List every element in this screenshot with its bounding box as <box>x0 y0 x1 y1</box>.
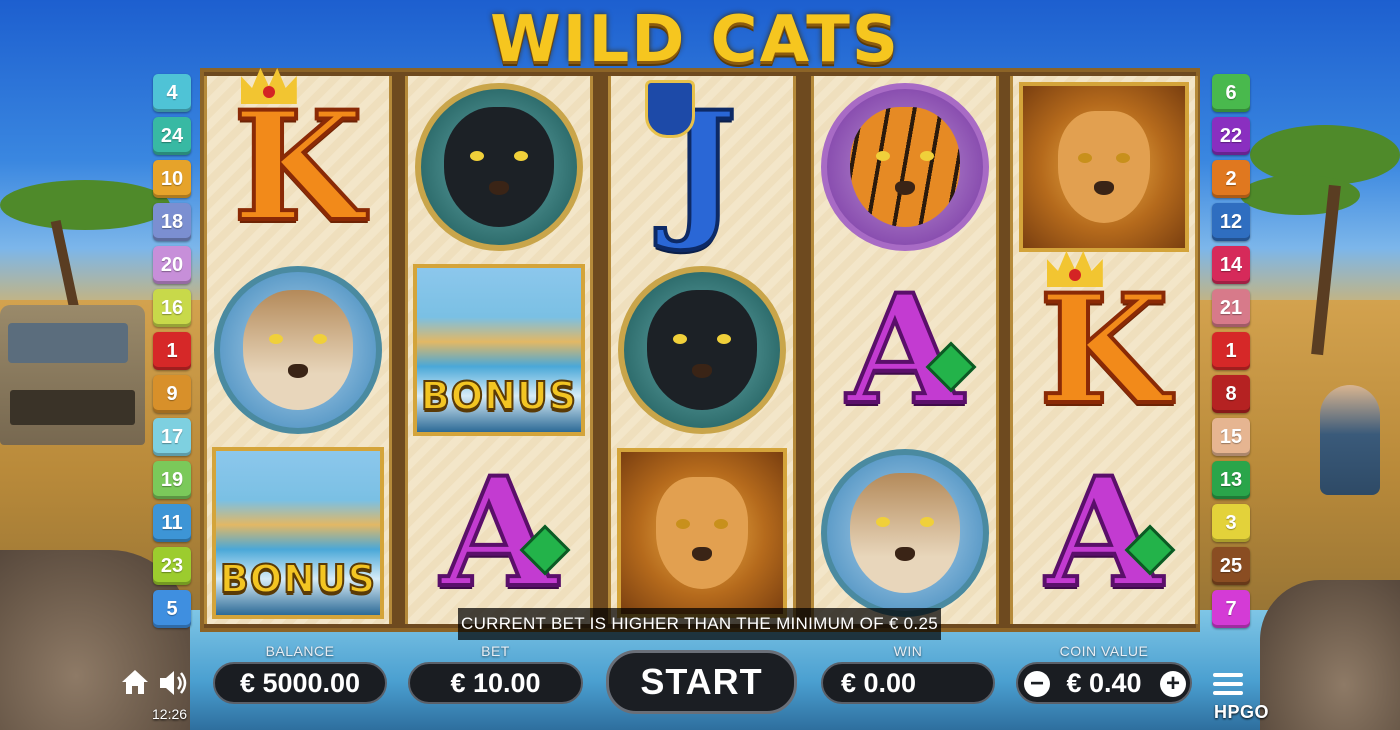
symbol-letter: A <box>439 456 571 610</box>
speaker-icon[interactable] <box>158 668 190 698</box>
payline-badge: 7 <box>1212 590 1250 628</box>
payline-badge: 6 <box>1212 74 1250 112</box>
win-label: WIN <box>893 643 923 659</box>
shield-icon <box>644 80 695 138</box>
bonus-label: BONUS <box>219 556 377 602</box>
payline-badge: 2 <box>1212 160 1250 198</box>
payline-badge: 16 <box>153 289 191 327</box>
symbol-lion <box>611 442 793 624</box>
payline-badge: 5 <box>153 590 191 628</box>
payline-badge: 11 <box>153 504 191 542</box>
gem-icon <box>1068 269 1081 281</box>
symbol-k: K <box>1013 251 1195 441</box>
symbol-letter: J <box>644 80 739 244</box>
reel: BONUS A <box>405 76 593 624</box>
safari-jeep <box>0 305 145 445</box>
lion-icon <box>617 448 787 618</box>
symbol-a: A <box>814 259 996 441</box>
payline-badge: 23 <box>153 547 191 585</box>
payline-badge: 1 <box>1212 332 1250 370</box>
bet-warning-message: CURRENT BET IS HIGHER THAN THE MINIMUM O… <box>458 608 941 640</box>
acacia-tree-right <box>1240 125 1400 356</box>
payline-badge: 14 <box>1212 246 1250 284</box>
gem-icon <box>262 86 275 98</box>
payline-badge: 24 <box>153 117 191 155</box>
reel: KA <box>1010 76 1198 624</box>
symbol-letter: A <box>1044 456 1176 610</box>
symbol-bonus: BONUS <box>408 259 590 441</box>
start-button[interactable]: START <box>606 650 797 714</box>
lynx-icon <box>214 266 382 434</box>
bet-label: BET <box>481 643 510 659</box>
diamond-icon <box>925 341 977 393</box>
brand-logo: HPGO <box>1214 702 1270 722</box>
win-display: € 0.00 <box>821 662 995 704</box>
symbol-panther <box>408 76 590 258</box>
payline-badge: 22 <box>1212 117 1250 155</box>
payline-badge: 9 <box>153 375 191 413</box>
reel: A <box>811 76 999 624</box>
clock-time: 12:26 <box>152 706 188 722</box>
symbol-panther <box>611 259 793 441</box>
symbol-lynx <box>814 442 996 624</box>
symbol-lion <box>1013 76 1195 258</box>
paylines-left: 4 24 10 18 20 16 1 9 17 19 11 23 5 <box>153 74 191 628</box>
diamond-icon <box>519 524 571 576</box>
photographer-figure <box>1320 385 1380 495</box>
waterfall-bonus-icon: BONUS <box>413 264 585 436</box>
payline-badge: 15 <box>1212 418 1250 456</box>
rocks-right <box>1260 580 1400 730</box>
symbol-lynx <box>207 259 389 441</box>
payline-badge: 4 <box>153 74 191 112</box>
payline-badge: 3 <box>1212 504 1250 542</box>
acacia-tree-left <box>0 180 170 311</box>
bonus-label: BONUS <box>420 373 578 419</box>
waterfall-bonus-icon: BONUS <box>212 447 384 619</box>
paylines-right: 6 22 2 12 14 21 1 8 15 13 3 25 7 <box>1212 74 1250 628</box>
payline-badge: 20 <box>153 246 191 284</box>
balance-display: € 5000.00 <box>213 662 387 704</box>
bet-selector[interactable]: € 10.00 <box>408 662 583 704</box>
symbol-k: K <box>207 68 389 258</box>
payline-badge: 10 <box>153 160 191 198</box>
payline-badge: 12 <box>1212 203 1250 241</box>
balance-label: BALANCE <box>265 643 335 659</box>
tiger-icon <box>821 83 989 251</box>
coin-increase-button[interactable]: + <box>1160 671 1186 697</box>
symbol-bonus: BONUS <box>207 442 389 624</box>
payline-badge: 25 <box>1212 547 1250 585</box>
panther-icon <box>618 266 786 434</box>
payline-badge: 21 <box>1212 289 1250 327</box>
payline-badge: 19 <box>153 461 191 499</box>
crown-icon <box>240 68 297 104</box>
payline-badge: 13 <box>1212 461 1250 499</box>
menu-icon[interactable] <box>1213 673 1243 695</box>
symbol-letter: K <box>231 68 365 244</box>
reel: J <box>608 76 796 624</box>
symbol-tiger <box>814 76 996 258</box>
reel-grid: K BONUS BONUS A J A K A <box>200 68 1200 632</box>
symbol-letter: A <box>845 273 977 427</box>
panther-icon <box>415 83 583 251</box>
symbol-a: A <box>1013 442 1195 624</box>
symbol-j: J <box>611 76 793 258</box>
payline-badge: 1 <box>153 332 191 370</box>
lion-icon <box>1019 82 1189 252</box>
payline-badge: 8 <box>1212 375 1250 413</box>
coin-value-label: COIN VALUE <box>1059 643 1149 659</box>
payline-badge: 18 <box>153 203 191 241</box>
reel: K BONUS <box>204 68 392 624</box>
home-icon[interactable] <box>121 668 149 696</box>
diamond-icon <box>1124 524 1176 576</box>
coin-decrease-button[interactable]: − <box>1024 671 1050 697</box>
lynx-icon <box>821 449 989 617</box>
payline-badge: 17 <box>153 418 191 456</box>
symbol-letter: K <box>1037 251 1171 427</box>
symbol-a: A <box>408 442 590 624</box>
